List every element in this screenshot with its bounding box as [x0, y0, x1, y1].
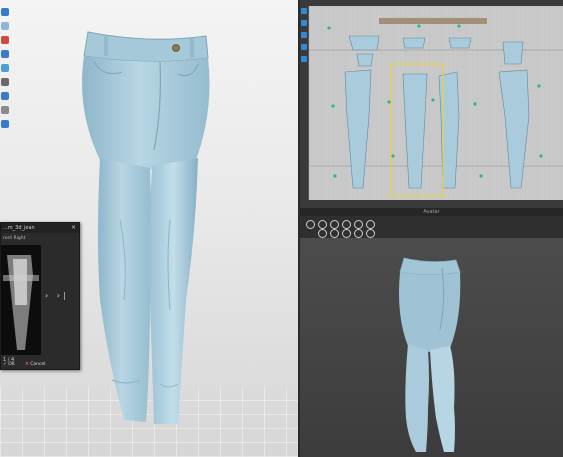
tool-icon[interactable]	[301, 32, 307, 38]
skip-last-icon[interactable]: ›|	[57, 291, 69, 300]
dialog-subtitle: ront Right	[3, 236, 26, 241]
zoom-icon[interactable]	[330, 220, 339, 229]
jeans-avatar-model	[399, 257, 461, 452]
rotate-icon[interactable]	[306, 220, 315, 229]
dialog-navigation[interactable]: › ›|	[45, 291, 69, 300]
chevron-right-icon[interactable]: ›	[45, 291, 51, 300]
pattern-window[interactable]	[300, 0, 563, 208]
tool-icon[interactable]	[301, 20, 307, 26]
ok-button[interactable]: ✔ OK	[3, 362, 15, 368]
tool-icon[interactable]	[342, 229, 351, 238]
tool-icon[interactable]	[318, 229, 327, 238]
texture-preview	[1, 245, 41, 355]
check-icon: ✔	[3, 362, 7, 367]
avatar-toolbar	[300, 216, 563, 238]
pattern-canvas[interactable]	[308, 6, 563, 200]
avatar-stage[interactable]	[300, 238, 563, 457]
tool-icon[interactable]	[301, 56, 307, 62]
pan-icon[interactable]	[318, 220, 327, 229]
pattern-toolbar	[300, 6, 308, 68]
texture-dialog[interactable]: ...m_3d_jean × ront Right › ›| 1 / 4 ✔ O…	[0, 222, 80, 370]
tool-icon[interactable]	[330, 229, 339, 238]
window-title: Avatar	[300, 208, 563, 216]
fit-icon[interactable]	[354, 220, 363, 229]
dialog-title: ...m_3d_jean	[1, 223, 79, 233]
close-icon[interactable]: ×	[71, 223, 76, 233]
avatar-window[interactable]: Avatar	[300, 208, 563, 457]
cancel-button[interactable]: ✖ Cancel	[25, 362, 45, 368]
cancel-icon: ✖	[25, 362, 29, 367]
view-icon[interactable]	[342, 220, 351, 229]
tool-icon[interactable]	[366, 229, 375, 238]
tool-icon[interactable]	[354, 229, 363, 238]
settings-icon[interactable]	[366, 220, 375, 229]
tool-icon[interactable]	[301, 8, 307, 14]
tool-icon[interactable]	[301, 44, 307, 50]
